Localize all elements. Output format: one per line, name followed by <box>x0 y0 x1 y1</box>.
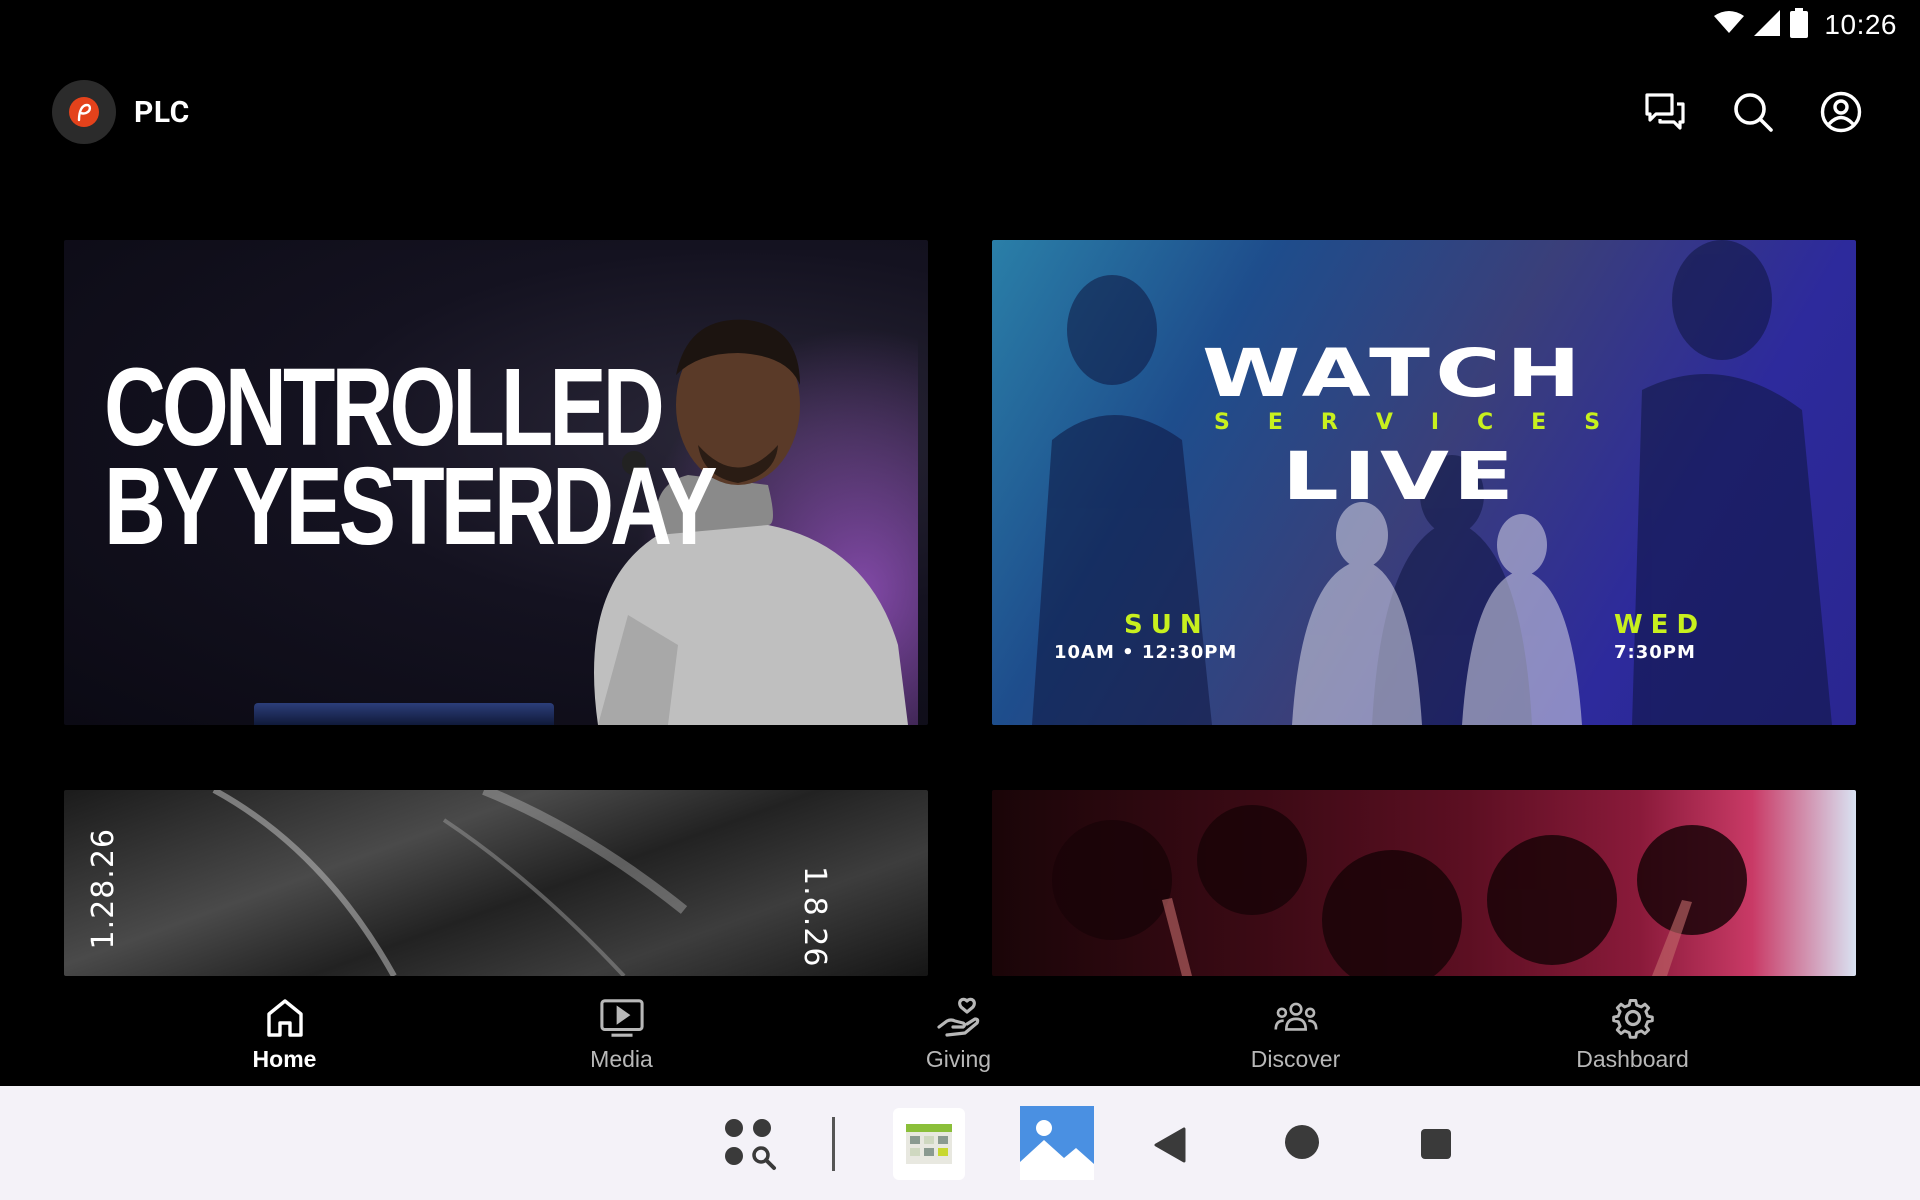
nav-label-media: Media <box>590 1045 653 1072</box>
nav-item-giving[interactable]: Giving <box>790 976 1127 1086</box>
divider <box>832 1117 835 1171</box>
recents-button[interactable] <box>1414 1122 1458 1166</box>
recents-icon <box>1421 1129 1451 1159</box>
nav-label-dashboard: Dashboard <box>1576 1045 1689 1072</box>
search-icon <box>1734 93 1773 132</box>
app-title: PLC <box>134 94 190 130</box>
nav-item-dashboard[interactable]: Dashboard <box>1464 976 1801 1086</box>
app-search-icon <box>725 1119 776 1170</box>
app-bar: PLC <box>52 78 1868 146</box>
app-logo[interactable] <box>52 80 116 144</box>
logo-mark-icon <box>69 97 99 127</box>
search-button[interactable] <box>1731 90 1775 134</box>
gallery-app-button[interactable] <box>1020 1106 1094 1180</box>
series-date-right: 1.8.26 <box>796 866 832 968</box>
lectern <box>254 703 554 725</box>
hands-raised-image <box>1052 805 1747 976</box>
gallery-app-icon <box>1020 1106 1094 1180</box>
back-icon <box>1154 1127 1186 1163</box>
series-date-left: 1.28.26 <box>86 828 121 950</box>
home-circle-icon <box>1285 1125 1319 1159</box>
calendar-app-icon <box>906 1124 952 1164</box>
worship-card[interactable] <box>992 790 1856 976</box>
nav-item-media[interactable]: Media <box>453 976 790 1086</box>
wifi-icon <box>1714 11 1745 39</box>
back-button[interactable] <box>1144 1120 1194 1170</box>
watch-live-card[interactable]: WATCH SERVICES LIVE SUN 10AM • 12:30PM W… <box>992 240 1856 725</box>
system-nav-bar <box>0 1086 1920 1200</box>
account-button[interactable] <box>1819 90 1863 134</box>
wednesday-label: WED <box>1614 610 1707 640</box>
nav-item-home[interactable]: Home <box>116 976 453 1086</box>
sunday-times: 10AM • 12:30PM <box>1054 642 1238 663</box>
bottom-nav: Home Media Giving Discover Dashboard <box>0 976 1920 1086</box>
wednesday-time: 7:30PM <box>1614 642 1696 663</box>
sunday-label: SUN <box>1124 610 1210 640</box>
home-system-button[interactable] <box>1280 1120 1324 1164</box>
app-search-button[interactable] <box>720 1116 780 1172</box>
chat-button[interactable] <box>1643 90 1687 134</box>
status-bar: 10:26 <box>0 0 1920 50</box>
nav-item-discover[interactable]: Discover <box>1127 976 1464 1086</box>
cellular-signal-icon <box>1754 10 1781 40</box>
chat-icon <box>1645 93 1685 130</box>
sermon-title-line1: CONTROLLED <box>104 346 665 469</box>
sermon-card[interactable]: CONTROLLED BY YESTERDAY <box>64 240 928 725</box>
home-icon <box>263 996 307 1040</box>
live-heading: LIVE <box>1282 438 1518 515</box>
sermon-title: CONTROLLED BY YESTERDAY <box>104 346 718 568</box>
watch-heading: WATCH <box>1202 335 1587 412</box>
nav-label-giving: Giving <box>925 1045 992 1072</box>
dashboard-icon <box>1611 996 1655 1040</box>
discover-icon <box>1273 996 1318 1040</box>
sermon-title-line2: BY YESTERDAY <box>104 445 718 568</box>
series-card[interactable]: 1.28.26 1.8.26 <box>64 790 928 976</box>
nav-label-discover: Discover <box>1250 1045 1341 1072</box>
media-icon <box>599 996 644 1040</box>
account-icon <box>1820 91 1862 133</box>
status-time: 10:26 <box>1824 9 1897 40</box>
battery-icon <box>1790 8 1809 42</box>
giving-icon <box>936 996 981 1040</box>
nav-label-home: Home <box>252 1045 317 1072</box>
services-subheading: SERVICES <box>1214 410 1639 435</box>
calendar-app-button[interactable] <box>893 1108 965 1180</box>
